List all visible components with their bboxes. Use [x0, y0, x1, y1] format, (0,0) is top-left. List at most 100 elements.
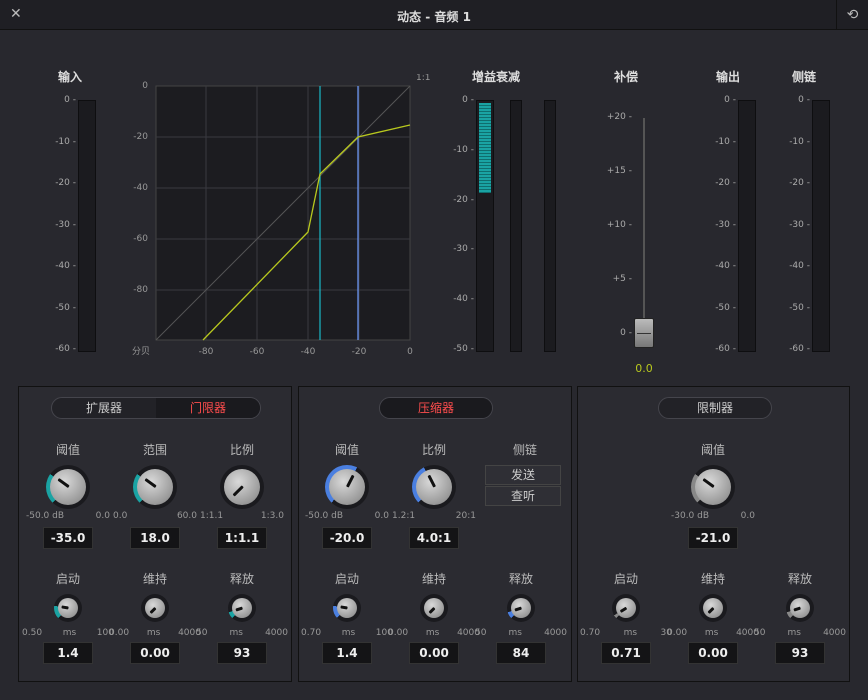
comp-hold-knob[interactable]: [420, 594, 448, 622]
sidechain-meter-tick: -30 -: [789, 219, 810, 230]
comp-attack-label: 启动: [334, 572, 359, 586]
graph-x-tick: -40: [301, 347, 316, 357]
output-meter-tick: -60 -: [715, 344, 736, 354]
makeup-tick: +15 -: [606, 166, 632, 176]
sidechain-meter-tick: -60 -: [789, 344, 810, 354]
comp-release-label: 释放: [508, 572, 533, 586]
gate-hold-range: 0.00 ms 4000: [109, 628, 201, 638]
gate-release-label: 释放: [229, 572, 254, 586]
sidechain-listen-button[interactable]: 查听: [485, 486, 561, 506]
sidechain-meter-tick: -20 -: [789, 178, 810, 188]
gr-meter-tick: -10 -: [453, 144, 474, 155]
limiter-toggle[interactable]: 限制器: [658, 397, 772, 419]
graph-y-tick: -60: [133, 234, 148, 244]
title-bar: ✕ 动态 - 音频 1 ⟲: [0, 0, 868, 30]
input-meter-tick: 0 -: [64, 95, 76, 105]
comp-release-knob[interactable]: [507, 594, 535, 622]
output-meter-tick: -20 -: [715, 178, 736, 188]
gate-hold-value[interactable]: 0.00: [130, 642, 180, 664]
limiter-title[interactable]: 限制器: [659, 398, 771, 418]
gate-attack-label: 启动: [55, 572, 80, 586]
limiter-hold-range: 0.00 ms 4000: [667, 628, 759, 638]
gate-range-label: 范围: [142, 443, 167, 457]
limiter-attack-value[interactable]: 0.71: [601, 642, 651, 664]
sidechain-send-button[interactable]: 发送: [485, 465, 561, 485]
gate-attack-range: 0.50 ms 100: [22, 628, 114, 638]
limiter-release-range: 50 ms 4000: [754, 628, 846, 638]
comp-ratio-label: 比例: [421, 443, 446, 457]
input-meter-tick: -10 -: [55, 136, 76, 147]
expander-gate-toggle[interactable]: 扩展器 门限器: [51, 397, 261, 419]
gate-release-range: 50 ms 4000: [196, 628, 288, 638]
output-meter-tick: -10 -: [715, 136, 736, 147]
comp-attack-value[interactable]: 1.4: [322, 642, 372, 664]
limiter-hold-value[interactable]: 0.00: [688, 642, 738, 664]
gate-release-knob[interactable]: [228, 594, 256, 622]
comp-ratio-knob[interactable]: [412, 465, 456, 509]
limiter-release-label: 释放: [787, 572, 812, 586]
limiter-attack-knob[interactable]: [612, 594, 640, 622]
gate-hold-knob[interactable]: [141, 594, 169, 622]
comp-hold-range: 0.00 ms 4000: [388, 628, 480, 638]
input-meter-tick: -20 -: [55, 178, 76, 188]
input-meter-label: 输入: [57, 70, 82, 84]
gain-reduction-meter-2: [510, 100, 522, 352]
output-meter-tick: 0 -: [724, 95, 736, 105]
gate-attack-value[interactable]: 1.4: [43, 642, 93, 664]
input-meter-tick: -40 -: [55, 261, 76, 271]
input-meter: [78, 100, 96, 352]
gate-range-knob[interactable]: [133, 465, 177, 509]
comp-release-value[interactable]: 84: [496, 642, 546, 664]
gate-range-range: 0.0 60.0: [113, 511, 197, 521]
comp-threshold-range: -50.0 dB 0.0: [305, 511, 389, 521]
limiter-release-knob[interactable]: [786, 594, 814, 622]
limiter-release-value[interactable]: 93: [775, 642, 825, 664]
graph-x-tick: -80: [199, 347, 214, 357]
gate-ratio-label: 比例: [229, 443, 254, 457]
history-icon[interactable]: ⟲: [836, 0, 868, 30]
compressor-toggle[interactable]: 压缩器: [379, 397, 493, 419]
comp-attack-knob[interactable]: [333, 594, 361, 622]
gate-attack-knob[interactable]: [54, 594, 82, 622]
makeup-tick: +5 -: [612, 274, 632, 284]
output-meter-tick: -40 -: [715, 261, 736, 271]
gate-ratio-value[interactable]: 1:1.1: [217, 527, 267, 549]
limiter-hold-knob[interactable]: [699, 594, 727, 622]
sidechain-meter-tick: -50 -: [789, 302, 810, 313]
limiter-threshold-knob[interactable]: [691, 465, 735, 509]
compressor-title[interactable]: 压缩器: [380, 398, 492, 418]
limiter-threshold-range: -30.0 dB 0.0: [671, 511, 755, 521]
limiter-threshold-label: 阈值: [700, 443, 725, 457]
tab-expander[interactable]: 扩展器: [52, 398, 156, 418]
sidechain-meter-tick: 0 -: [798, 95, 810, 105]
makeup-tick: +20 -: [606, 112, 632, 122]
graph-y-tick: 0: [142, 81, 148, 91]
gain-reduction-meter-3: [544, 100, 556, 352]
gain-reduction-bar: [479, 103, 491, 193]
input-meter-tick: -60 -: [55, 344, 76, 354]
gr-meter-tick: -40 -: [453, 294, 474, 305]
comp-threshold-knob[interactable]: [325, 465, 369, 509]
gate-threshold-knob[interactable]: [46, 465, 90, 509]
makeup-fader-track[interactable]: [643, 118, 645, 348]
makeup-fader-handle[interactable]: [634, 318, 654, 348]
gate-release-value[interactable]: 93: [217, 642, 267, 664]
gate-ratio-knob[interactable]: [220, 465, 264, 509]
makeup-tick: +10 -: [606, 220, 632, 230]
comp-hold-value[interactable]: 0.00: [409, 642, 459, 664]
graph-unit-label: 分贝: [132, 346, 150, 357]
gate-threshold-value[interactable]: -35.0: [43, 527, 93, 549]
comp-ratio-value[interactable]: 4.0:1: [409, 527, 459, 549]
graph-y-tick: -80: [133, 285, 148, 295]
makeup-label: 补偿: [613, 70, 638, 84]
limiter-threshold-value[interactable]: -21.0: [688, 527, 738, 549]
gate-range-value[interactable]: 18.0: [130, 527, 180, 549]
input-meter-tick: -30 -: [55, 219, 76, 230]
sidechain-meter-tick: -40 -: [789, 261, 810, 271]
sidechain-meter-label: 侧链: [791, 70, 816, 84]
graph-x-tick: -60: [250, 347, 265, 357]
tab-gate[interactable]: 门限器: [156, 398, 260, 418]
sidechain-meter: [812, 100, 830, 352]
comp-hold-label: 维持: [421, 572, 446, 586]
comp-threshold-value[interactable]: -20.0: [322, 527, 372, 549]
